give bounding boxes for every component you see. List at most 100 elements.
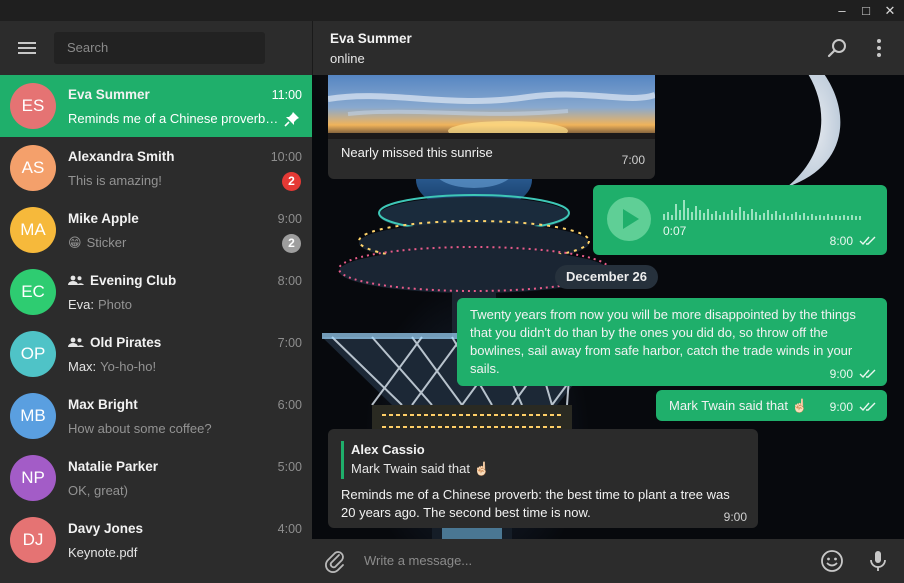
chat-name: Old Pirates xyxy=(68,335,161,350)
group-icon xyxy=(68,337,84,347)
peer-name[interactable]: Eva Summer xyxy=(330,31,412,46)
chat-name: Max Bright xyxy=(68,397,138,412)
chat-list-item[interactable]: AS Alexandra Smith 10:00 This is amazing! 2 xyxy=(0,137,312,199)
avatar: ES xyxy=(10,83,56,129)
sidebar: Search ES Eva Summer 11:00 Reminds me of a … xyxy=(0,21,312,583)
search-input[interactable]: Search xyxy=(54,32,265,64)
preview-text: Reminds me of a Chinese proverb: the bes… xyxy=(68,111,280,126)
avatar: MA xyxy=(10,207,56,253)
preview-text: Yo-ho-ho! xyxy=(100,359,157,374)
telegram-window: – □ ✕ Search ES Eva Summer 11:00 Reminds me… xyxy=(0,0,904,583)
title-bar: – □ ✕ xyxy=(0,0,904,21)
chat-preview: 😁 Sticker xyxy=(68,235,280,251)
chat-list-item[interactable]: MB Max Bright 6:00 How about some coffee? xyxy=(0,385,312,447)
reply-quote[interactable]: Mark Twain said that ☝🏻 xyxy=(351,461,490,477)
emoji-icon[interactable] xyxy=(820,549,844,573)
message-text: Mark Twain said that ☝🏻 xyxy=(669,398,808,413)
conversation-header: Eva Summer online xyxy=(312,21,904,75)
avatar: AS xyxy=(10,145,56,191)
play-icon[interactable] xyxy=(606,196,652,242)
chat-name-text: Eva Summer xyxy=(68,87,150,102)
chat-name-text: Natalie Parker xyxy=(68,459,159,474)
voice-duration: 0:07 xyxy=(663,224,687,238)
message-time: 8:00 xyxy=(829,234,853,248)
chat-list-item[interactable]: MA Mike Apple 9:00 😁 Sticker 2 xyxy=(0,199,312,261)
voice-waveform[interactable] xyxy=(663,198,873,220)
chat-time: 9:00 xyxy=(277,212,302,226)
close-button[interactable]: ✕ xyxy=(880,2,900,19)
preview-sender: Max: xyxy=(68,359,97,374)
message-time: 7:00 xyxy=(621,153,645,167)
unread-badge: 2 xyxy=(282,172,301,191)
preview-text: This is amazing! xyxy=(68,173,162,188)
chat-name-text: Mike Apple xyxy=(68,211,139,226)
chat-time: 11:00 xyxy=(271,88,302,102)
message-time: 9:00 xyxy=(829,400,853,414)
composer: Write a message... xyxy=(312,539,904,583)
reply-author[interactable]: Alex Cassio xyxy=(351,442,425,457)
avatar: MB xyxy=(10,393,56,439)
chat-name-text: Evening Club xyxy=(90,273,177,288)
more-vertical-icon[interactable] xyxy=(867,36,891,60)
chat-time: 5:00 xyxy=(277,460,302,474)
double-check-icon xyxy=(859,369,876,379)
peer-status: online xyxy=(330,51,365,66)
avatar: EC xyxy=(10,269,56,315)
avatar: NP xyxy=(10,455,56,501)
chat-name: Evening Club xyxy=(68,273,176,288)
reply-bar xyxy=(341,441,344,479)
double-check-icon xyxy=(859,236,876,246)
message-time: 9:00 xyxy=(829,367,853,381)
chat-name-text: Alexandra Smith xyxy=(68,149,175,164)
maximize-button[interactable]: □ xyxy=(856,2,876,19)
chat-list-item[interactable]: DJ Davy Jones 4:00 Keynote.pdf xyxy=(0,509,312,571)
chat-preview: OK, great) xyxy=(68,483,280,498)
message-input[interactable]: Write a message... xyxy=(364,553,472,568)
microphone-icon[interactable] xyxy=(866,549,890,573)
chat-preview: Max: Yo-ho-ho! xyxy=(68,359,280,374)
chat-list-item[interactable]: EC Evening Club 8:00 Eva: Photo xyxy=(0,261,312,323)
chat-name-text: Davy Jones xyxy=(68,521,144,536)
sticker-emoji: 😁 xyxy=(68,235,82,250)
hamburger-menu-icon[interactable] xyxy=(12,36,42,60)
message-text: Reminds me of a Chinese proverb: the bes… xyxy=(341,487,730,520)
voice-message[interactable]: 0:07 8:00 xyxy=(593,185,887,255)
message-area[interactable]: Nearly missed this sunrise 7:00 0:07 8:0… xyxy=(312,75,904,539)
chat-list-item[interactable]: ES Eva Summer 11:00 Reminds me of a Chinese… xyxy=(0,75,312,137)
pin-icon xyxy=(284,112,299,127)
avatar: OP xyxy=(10,331,56,377)
sidebar-header: Search xyxy=(0,21,312,75)
photo-caption: Nearly missed this sunrise xyxy=(341,145,493,160)
chat-time: 6:00 xyxy=(277,398,302,412)
preview-text: Sticker xyxy=(86,235,127,250)
chat-preview: Keynote.pdf xyxy=(68,545,280,560)
text-message[interactable]: Twenty years from now you will be more d… xyxy=(457,298,887,386)
chat-name: Alexandra Smith xyxy=(68,149,175,164)
preview-text: OK, great) xyxy=(68,483,128,498)
chat-list: ES Eva Summer 11:00 Reminds me of a Chinese… xyxy=(0,75,312,571)
text-message[interactable]: Mark Twain said that ☝🏻 9:00 xyxy=(656,390,887,421)
minimize-button[interactable]: – xyxy=(832,2,852,19)
chat-preview: This is amazing! xyxy=(68,173,280,188)
sunrise-photo[interactable] xyxy=(328,75,655,141)
chat-list-item[interactable]: OP Old Pirates 7:00 Max: Yo-ho-ho! xyxy=(0,323,312,385)
chat-preview: Reminds me of a Chinese proverb: the bes… xyxy=(68,111,280,126)
search-placeholder: Search xyxy=(67,40,109,55)
chat-preview: How about some coffee? xyxy=(68,421,280,436)
chat-list-item[interactable]: NP Natalie Parker 5:00 OK, great) xyxy=(0,447,312,509)
chat-name: Natalie Parker xyxy=(68,459,158,474)
chat-time: 8:00 xyxy=(277,274,302,288)
chat-time: 4:00 xyxy=(277,522,302,536)
chat-name: Eva Summer xyxy=(68,87,150,102)
avatar: DJ xyxy=(10,517,56,563)
chat-name: Mike Apple xyxy=(68,211,139,226)
search-icon[interactable] xyxy=(826,36,850,60)
reply-message[interactable]: Alex Cassio Mark Twain said that ☝🏻 Remi… xyxy=(328,429,758,528)
paperclip-icon[interactable] xyxy=(323,549,347,573)
chat-time: 10:00 xyxy=(270,150,302,164)
chat-preview: Eva: Photo xyxy=(68,297,280,312)
preview-text: How about some coffee? xyxy=(68,421,212,436)
chat-name-text: Max Bright xyxy=(68,397,138,412)
preview-sender: Eva: xyxy=(68,297,95,312)
photo-message[interactable]: Nearly missed this sunrise 7:00 xyxy=(328,75,655,179)
